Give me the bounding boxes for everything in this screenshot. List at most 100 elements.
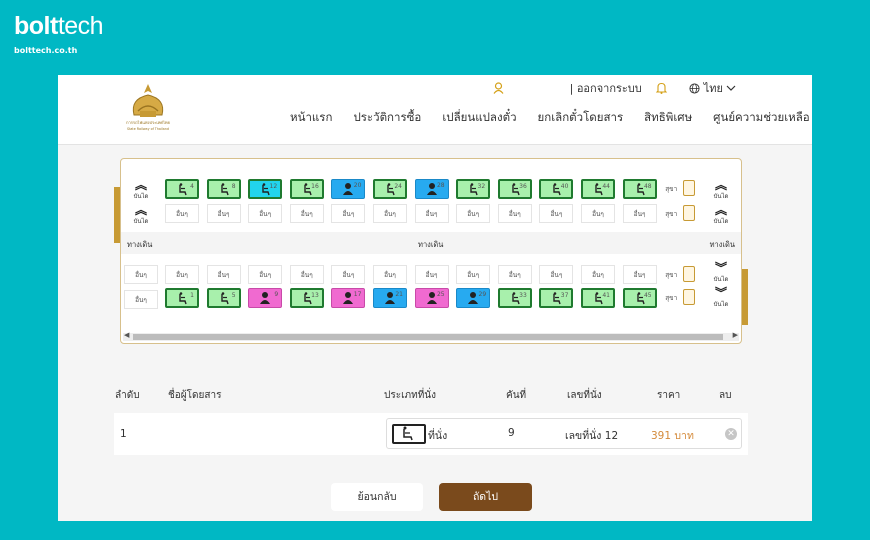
nav-purchase-history[interactable]: ประวัติการซื้อ bbox=[353, 109, 421, 127]
toilet-label: สุขา bbox=[665, 210, 678, 218]
seat-37[interactable]: 37 bbox=[539, 288, 574, 308]
seat-number: 44 bbox=[602, 183, 610, 190]
seat-number: 48 bbox=[643, 183, 652, 190]
scroll-left-icon[interactable]: ◀ bbox=[124, 331, 129, 339]
seat-number: 13 bbox=[311, 292, 319, 299]
seat-17[interactable]: 17 bbox=[331, 288, 366, 308]
luggage-slot: อื่นๆ bbox=[248, 204, 283, 223]
logout-link[interactable]: | ออกจากระบบ bbox=[570, 79, 642, 97]
seat-8[interactable]: 8 bbox=[206, 179, 241, 199]
site-header: การรถไฟแห่งประเทศไทย State Railway of Th… bbox=[58, 75, 812, 145]
luggage-slot: อื่นๆ bbox=[124, 290, 158, 309]
luggage-slot: อื่นๆ bbox=[581, 265, 615, 284]
seat-number: 33 bbox=[519, 292, 527, 299]
seat-number: 24 bbox=[394, 183, 402, 190]
luggage-slot: อื่นๆ bbox=[456, 265, 491, 284]
row-order: 1 bbox=[120, 428, 127, 440]
stairs-label: บันได bbox=[133, 193, 149, 200]
seat-41[interactable]: 41 bbox=[581, 288, 615, 308]
seat-number: 37 bbox=[560, 292, 569, 299]
seat-13[interactable]: 13 bbox=[289, 288, 324, 308]
toilet-icon bbox=[683, 289, 696, 305]
aisle-label-left: ทางเดิน bbox=[127, 240, 153, 249]
seat-20[interactable]: 20 bbox=[331, 179, 366, 199]
luggage-slot: อื่นๆ bbox=[414, 204, 449, 223]
stairs-up-icon: ︽ บันได bbox=[704, 204, 738, 228]
seat-16[interactable]: 16 bbox=[289, 179, 324, 199]
passenger-table-header: ลำดับ ชื่อผู้โดยสาร ประเภทที่นั่ง คันที่… bbox=[115, 388, 755, 402]
luggage-slot: อื่นๆ bbox=[497, 204, 532, 223]
scroll-thumb[interactable] bbox=[133, 334, 723, 340]
seat-number: 40 bbox=[560, 183, 569, 190]
back-button[interactable]: ย้อนกลับ bbox=[331, 483, 423, 511]
scroll-right-icon[interactable]: ▶ bbox=[733, 331, 738, 339]
seat-25[interactable]: 25 bbox=[414, 288, 449, 308]
stairs-up-icon: ︽ บันได bbox=[704, 179, 738, 203]
seat-36[interactable]: 36 bbox=[497, 179, 532, 199]
seat-32[interactable]: 32 bbox=[456, 179, 491, 199]
srt-emblem-logo[interactable]: การรถไฟแห่งประเทศไทย State Railway of Th… bbox=[120, 81, 176, 137]
bolttech-logo: bolttech bbox=[14, 12, 104, 40]
seatmap-scrollbar[interactable]: ◀ ▶ bbox=[123, 331, 739, 341]
nav-cancel-ticket[interactable]: ยกเลิกตั๋วโดยสาร bbox=[538, 109, 624, 127]
stairs-up-icon: ︽ บันได bbox=[124, 179, 158, 203]
seat-12[interactable]: 12 bbox=[248, 179, 283, 199]
seat-number: 8 bbox=[231, 183, 236, 190]
row-price: 391 บาท bbox=[651, 430, 694, 442]
header-seat-type: ประเภทที่นั่ง bbox=[384, 390, 437, 401]
header-delete: ลบ bbox=[719, 390, 732, 401]
chevron-down-icon[interactable] bbox=[726, 84, 736, 92]
seat-40[interactable]: 40 bbox=[539, 179, 574, 199]
luggage-slot: อื่นๆ bbox=[206, 204, 241, 223]
seat-9[interactable]: 9 bbox=[248, 288, 283, 308]
logo-bold-text: bolt bbox=[14, 12, 58, 40]
main-content: ทางเดิน ทางเดิน ทางเดิน ◀ ▶ 4 อื่นๆ 8 อื่นๆ… bbox=[58, 145, 812, 521]
luggage-slot: อื่นๆ bbox=[248, 265, 283, 284]
row-seat-no: เลขที่นั่ง 12 bbox=[565, 430, 619, 442]
nav-help-center[interactable]: ศูนย์ความช่วยเหลือ bbox=[713, 109, 810, 127]
luggage-slot: อื่นๆ bbox=[289, 204, 324, 223]
nav-change-ticket[interactable]: เปลี่ยนแปลงตั๋ว bbox=[442, 109, 516, 127]
toilet-label: สุขา bbox=[665, 271, 678, 279]
luggage-slot: อื่นๆ bbox=[414, 265, 449, 284]
seat-detail-box: ที่นั่ง 9 เลขที่นั่ง 12 391 บาท ✕ bbox=[386, 418, 742, 449]
next-button[interactable]: ถัดไป bbox=[439, 483, 532, 511]
seat-21[interactable]: 21 bbox=[373, 288, 407, 308]
luggage-slot: อื่นๆ bbox=[373, 204, 407, 223]
toilet-label: สุขา bbox=[665, 185, 678, 193]
language-selector[interactable]: ไทย bbox=[704, 79, 723, 97]
seat-5[interactable]: 5 bbox=[206, 288, 241, 308]
luggage-slot: อื่นๆ bbox=[622, 265, 657, 284]
nav-privileges[interactable]: สิทธิพิเศษ bbox=[644, 109, 692, 127]
seat-45[interactable]: 45 bbox=[622, 288, 657, 308]
toilet: สุขา bbox=[663, 265, 697, 284]
seat-28[interactable]: 28 bbox=[414, 179, 449, 199]
nav-home[interactable]: หน้าแรก bbox=[290, 109, 332, 127]
stairs-down-icon: ︾ บันได bbox=[704, 262, 738, 286]
seat-24[interactable]: 24 bbox=[373, 179, 407, 199]
luggage-slot: อื่นๆ bbox=[581, 204, 615, 223]
seat-33[interactable]: 33 bbox=[497, 288, 532, 308]
bell-icon[interactable] bbox=[655, 82, 667, 94]
seat-4[interactable]: 4 bbox=[165, 179, 199, 199]
booking-window: การรถไฟแห่งประเทศไทย State Railway of Th… bbox=[58, 75, 812, 521]
seat-number: 36 bbox=[519, 183, 527, 190]
globe-icon bbox=[689, 82, 700, 94]
toilet-icon bbox=[683, 205, 696, 221]
toilet: สุขา bbox=[663, 204, 697, 223]
seat-number: 28 bbox=[436, 182, 445, 189]
user-icon[interactable] bbox=[493, 82, 504, 94]
seat-number: 4 bbox=[190, 183, 194, 190]
luggage-slot: อื่นๆ bbox=[206, 265, 241, 284]
seat-44[interactable]: 44 bbox=[581, 179, 615, 199]
luggage-slot: อื่นๆ bbox=[165, 204, 199, 223]
header-name: ชื่อผู้โดยสาร bbox=[168, 390, 222, 401]
toilet: สุขา bbox=[663, 288, 697, 307]
seat-29[interactable]: 29 bbox=[456, 288, 491, 308]
remove-icon[interactable]: ✕ bbox=[725, 428, 737, 440]
toilet: สุขา bbox=[663, 179, 697, 198]
row-seat-type: ที่นั่ง bbox=[428, 430, 448, 442]
seat-1[interactable]: 1 bbox=[165, 288, 199, 308]
seat-48[interactable]: 48 bbox=[622, 179, 657, 199]
aisle-label-center: ทางเดิน bbox=[418, 240, 444, 249]
